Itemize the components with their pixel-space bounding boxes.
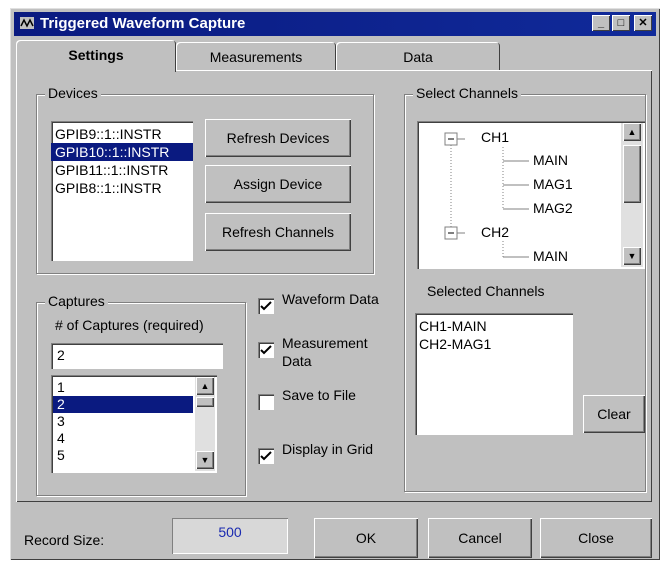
option-checkbox-3[interactable]: Display in Grid — [258, 441, 373, 464]
tree-node-ch1-mag2[interactable]: MAG2 — [533, 200, 573, 216]
selected-channels-list[interactable]: CH1-MAIN CH2-MAG1 — [415, 313, 573, 435]
close-icon: ✕ — [638, 17, 648, 29]
selected-channels-label: Selected Channels — [427, 283, 545, 299]
option-label: Display in Grid — [282, 441, 374, 457]
device-list-item[interactable]: GPIB10::1::INSTR — [51, 143, 193, 161]
selected-channel-item[interactable]: CH2-MAG1 — [415, 335, 573, 353]
channels-scrollbar[interactable]: ▲ ▼ — [621, 123, 643, 267]
tree-node-ch2-main[interactable]: MAIN — [533, 248, 568, 264]
scroll-down-button[interactable]: ▼ — [196, 451, 214, 469]
tree-lines — [444, 132, 529, 258]
select-channels-group: Select Channels CH1 MAIN MAG1 MAG2 CH2 M… — [404, 85, 646, 492]
tree-node-ch2[interactable]: CH2 — [481, 224, 509, 240]
maximize-icon: □ — [617, 17, 625, 29]
scroll-up-icon: ▲ — [627, 127, 637, 137]
scroll-thumb[interactable] — [196, 397, 214, 407]
device-list-item[interactable]: GPIB11::1::INSTR — [51, 161, 193, 179]
scroll-down-icon: ▼ — [627, 251, 637, 261]
minimize-button[interactable]: _ — [592, 15, 610, 31]
checkbox-box[interactable] — [258, 298, 274, 314]
record-size-label: Record Size: — [24, 532, 105, 548]
clear-button[interactable]: Clear — [583, 395, 645, 433]
option-label: Save to File — [282, 387, 356, 403]
capture-list-item[interactable]: 5 — [53, 447, 193, 464]
selected-channel-item[interactable]: CH1-MAIN — [415, 317, 573, 335]
window-title: Triggered Waveform Capture — [40, 15, 246, 32]
scroll-up-button[interactable]: ▲ — [196, 377, 214, 395]
tab-settings[interactable]: Settings — [16, 40, 176, 72]
checkmark-icon — [260, 345, 272, 355]
channels-tree[interactable]: CH1 MAIN MAG1 MAG2 CH2 MAIN ▲ ▼ — [417, 121, 645, 269]
record-size-value: 500 — [218, 524, 242, 540]
capture-list-item[interactable]: 2 — [53, 396, 193, 413]
main-window: Triggered Waveform Capture _ □ ✕ Setting… — [10, 8, 660, 560]
option-label: Measurement Data — [282, 335, 368, 369]
tab-settings-label: Settings — [68, 47, 124, 63]
captures-list[interactable]: 12345 ▲ ▼ — [51, 375, 217, 473]
settings-panel: Devices GPIB9::1::INSTR GPIB10::1::INSTR G… — [16, 70, 652, 502]
capture-list-item[interactable]: 1 — [53, 379, 193, 396]
tab-measurements-label: Measurements — [209, 49, 303, 65]
channels-scroll-thumb[interactable] — [623, 145, 641, 203]
close-button[interactable]: Close — [540, 518, 652, 558]
checkbox-box[interactable] — [258, 394, 274, 410]
app-icon — [20, 17, 34, 29]
capture-list-item[interactable]: 3 — [53, 413, 193, 430]
title-bar[interactable]: Triggered Waveform Capture _ □ ✕ — [14, 12, 656, 36]
devices-group: Devices GPIB9::1::INSTR GPIB10::1::INSTR G… — [36, 85, 374, 274]
select-channels-label: Select Channels — [413, 85, 521, 101]
assign-device-button[interactable]: Assign Device — [205, 165, 351, 203]
tab-data[interactable]: Data — [336, 42, 500, 72]
option-checkbox-2[interactable]: Save to File — [258, 387, 356, 410]
option-label: Waveform Data — [282, 291, 379, 307]
record-size-field[interactable]: 500 — [172, 518, 288, 554]
channels-scroll-down-button[interactable]: ▼ — [623, 247, 641, 265]
scroll-down-icon: ▼ — [200, 455, 210, 465]
devices-list[interactable]: GPIB9::1::INSTR GPIB10::1::INSTR GPIB11::1… — [51, 121, 193, 261]
checkmark-icon — [260, 451, 272, 461]
cancel-button[interactable]: Cancel — [428, 518, 532, 558]
devices-group-label: Devices — [45, 85, 101, 101]
channels-scroll-up-button[interactable]: ▲ — [623, 123, 641, 141]
refresh-devices-button[interactable]: Refresh Devices — [205, 119, 351, 157]
captures-scrollbar[interactable]: ▲ ▼ — [195, 377, 215, 471]
option-checkbox-0[interactable]: Waveform Data — [258, 291, 379, 314]
tree-node-ch1[interactable]: CH1 — [481, 129, 509, 145]
option-checkbox-1[interactable]: Measurement Data — [258, 335, 368, 369]
tree-node-ch1-main[interactable]: MAIN — [533, 152, 568, 168]
captures-count-value: 2 — [57, 347, 65, 363]
refresh-channels-button[interactable]: Refresh Channels — [205, 213, 351, 251]
close-window-button[interactable]: ✕ — [634, 15, 652, 31]
capture-list-item[interactable]: 4 — [53, 430, 193, 447]
ok-button[interactable]: OK — [314, 518, 418, 558]
device-list-item[interactable]: GPIB9::1::INSTR — [51, 125, 193, 143]
maximize-button[interactable]: □ — [612, 15, 630, 31]
captures-group-label: Captures — [45, 293, 108, 309]
captures-group: Captures # of Captures (required) 2 1234… — [36, 293, 246, 496]
checkbox-box[interactable] — [258, 448, 274, 464]
tree-node-ch1-mag1[interactable]: MAG1 — [533, 176, 573, 192]
tab-data-label: Data — [403, 49, 433, 65]
checkbox-box[interactable] — [258, 342, 274, 358]
checkmark-icon — [260, 301, 272, 311]
captures-count-label: # of Captures (required) — [55, 317, 204, 333]
minimize-icon: _ — [597, 17, 605, 29]
device-list-item[interactable]: GPIB8::1::INSTR — [51, 179, 193, 197]
captures-count-input[interactable]: 2 — [51, 343, 223, 369]
scroll-up-icon: ▲ — [200, 381, 210, 391]
tab-measurements[interactable]: Measurements — [176, 42, 336, 72]
